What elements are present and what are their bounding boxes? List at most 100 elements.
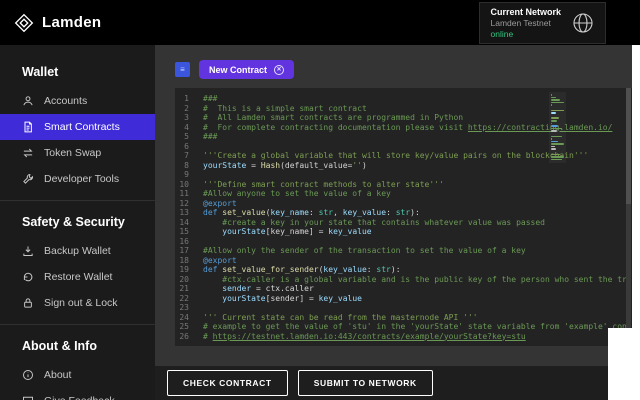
sidebar-item-label: About	[44, 369, 71, 381]
info-icon	[22, 369, 34, 381]
sidebar-section-title: About & Info	[0, 331, 155, 362]
minimap-line	[551, 128, 562, 130]
scrollbar-thumb[interactable]	[626, 88, 631, 204]
minimap-line	[551, 146, 555, 148]
contract-tabs-bar: ≡ New Contract ✕	[155, 45, 632, 88]
code-line[interactable]: sender = ctx.caller	[203, 284, 632, 294]
minimap-line	[551, 112, 556, 114]
sidebar: WalletAccounts Smart Contracts Token Swap D…	[0, 45, 155, 400]
line-number: 2	[175, 104, 197, 114]
code-line[interactable]: # For complete contracting documentation…	[203, 123, 632, 133]
line-number: 9	[175, 170, 197, 180]
line-number: 3	[175, 113, 197, 123]
sidebar-item-label: Developer Tools	[44, 173, 119, 185]
action-bar: CHECK CONTRACT SUBMIT TO NETWORK	[155, 366, 608, 400]
code-line[interactable]: '''Define smart contract methods to alte…	[203, 180, 632, 190]
sidebar-item-label: Backup Wallet	[44, 245, 111, 257]
minimap-line	[551, 154, 560, 156]
line-number: 23	[175, 303, 197, 313]
lamden-wallet-app: Lamden Current Network Lamden Testnet on…	[0, 0, 640, 400]
contract-tab-new-contract[interactable]: New Contract ✕	[199, 60, 294, 79]
brand-name: Lamden	[42, 14, 101, 31]
editor-scrollbar[interactable]	[626, 88, 631, 346]
code-line[interactable]: yourState = Hash(default_value='')	[203, 161, 632, 171]
code-line[interactable]: #Allow anyone to set the value of a key	[203, 189, 632, 199]
minimap-line	[551, 138, 552, 140]
sidebar-sections: WalletAccounts Smart Contracts Token Swap D…	[0, 51, 155, 400]
contract-icon	[22, 121, 34, 133]
content: WalletAccounts Smart Contracts Token Swap D…	[0, 45, 632, 400]
submit-to-network-button[interactable]: SUBMIT TO NETWORK	[298, 370, 433, 396]
code-line[interactable]: yourState[key_name] = key_value	[203, 227, 632, 237]
sidebar-item-backup-wallet[interactable]: Backup Wallet	[0, 238, 155, 264]
line-number: 4	[175, 123, 197, 133]
minimap-line	[551, 136, 562, 138]
code-line[interactable]	[203, 303, 632, 313]
contract-tab-label: New Contract	[209, 65, 267, 75]
minimap[interactable]	[549, 92, 566, 163]
code-line[interactable]: ###	[203, 132, 632, 142]
minimap-line	[551, 99, 560, 101]
swap-icon	[22, 147, 34, 159]
code-line[interactable]	[203, 142, 632, 152]
code-line[interactable]: ''' Current state can be read from the m…	[203, 313, 632, 323]
minimap-line	[551, 143, 564, 145]
line-number: 17	[175, 246, 197, 256]
minimap-line	[551, 125, 558, 127]
minimap-line	[551, 102, 564, 104]
code-line[interactable]: # https://testnet.lamden.io:443/contract…	[203, 332, 632, 342]
code-line[interactable]: @export	[203, 256, 632, 266]
close-tab-icon[interactable]: ✕	[274, 65, 284, 75]
code-area[interactable]: #### This is a simple smart contract# Al…	[197, 88, 632, 346]
line-number: 12	[175, 199, 197, 209]
person-icon	[22, 95, 34, 107]
sidebar-item-give-feedback[interactable]: Give Feedback	[0, 388, 155, 400]
code-line[interactable]: def set_value(key_name: str, key_value: …	[203, 208, 632, 218]
code-line[interactable]: def set_value_for_sender(key_value: str)…	[203, 265, 632, 275]
minimap-line	[551, 159, 562, 161]
sidebar-item-developer-tools[interactable]: Developer Tools	[0, 166, 155, 192]
network-text: Current Network Lamden Testnet online	[490, 7, 561, 39]
minimap-line	[551, 156, 564, 158]
network-status-box[interactable]: Current Network Lamden Testnet online	[479, 2, 606, 44]
line-number: 21	[175, 284, 197, 294]
minimap-line	[551, 141, 558, 143]
code-line[interactable]	[203, 237, 632, 247]
line-number: 8	[175, 161, 197, 171]
line-number: 15	[175, 227, 197, 237]
minimap-line	[551, 130, 557, 132]
code-line[interactable]	[203, 170, 632, 180]
line-number: 25	[175, 322, 197, 332]
line-number: 16	[175, 237, 197, 247]
sidebar-item-accounts[interactable]: Accounts	[0, 88, 155, 114]
sidebar-item-label: Restore Wallet	[44, 271, 112, 283]
code-editor[interactable]: 1234567891011121314151617181920212223242…	[175, 88, 632, 346]
sidebar-section-title: Wallet	[0, 57, 155, 88]
sidebar-item-smart-contracts[interactable]: Smart Contracts	[0, 114, 155, 140]
lamden-logo-icon	[14, 13, 34, 33]
code-line[interactable]: #ctx.caller is a global variable and is …	[203, 275, 632, 285]
sidebar-section: WalletAccounts Smart Contracts Token Swap D…	[0, 51, 155, 200]
sidebar-item-about[interactable]: About	[0, 362, 155, 388]
line-number: 1	[175, 94, 197, 104]
check-contract-button[interactable]: CHECK CONTRACT	[167, 370, 288, 396]
code-line[interactable]: # example to get the value of 'stu' in t…	[203, 322, 632, 332]
line-number: 26	[175, 332, 197, 342]
sidebar-item-restore-wallet[interactable]: Restore Wallet	[0, 264, 155, 290]
lock-icon	[22, 297, 34, 309]
code-line[interactable]: ###	[203, 94, 632, 104]
code-line[interactable]: '''Create a global variable that will st…	[203, 151, 632, 161]
tabs-menu-button[interactable]: ≡	[175, 62, 190, 77]
code-line[interactable]: # All Lamden smart contracts are program…	[203, 113, 632, 123]
code-line[interactable]: #Allow only the sender of the transactio…	[203, 246, 632, 256]
sidebar-item-label: Smart Contracts	[44, 121, 120, 133]
code-line[interactable]: yourState[sender] = key_value	[203, 294, 632, 304]
code-line[interactable]: # This is a simple smart contract	[203, 104, 632, 114]
sidebar-section: Safety & SecurityBackup WalletRestore Wa…	[0, 200, 155, 324]
top-bar: Lamden Current Network Lamden Testnet on…	[0, 0, 640, 45]
line-number: 7	[175, 151, 197, 161]
code-line[interactable]: @export	[203, 199, 632, 209]
sidebar-item-sign-out-lock[interactable]: Sign out & Lock	[0, 290, 155, 316]
sidebar-item-token-swap[interactable]: Token Swap	[0, 140, 155, 166]
code-line[interactable]: #create a key in your state that contain…	[203, 218, 632, 228]
